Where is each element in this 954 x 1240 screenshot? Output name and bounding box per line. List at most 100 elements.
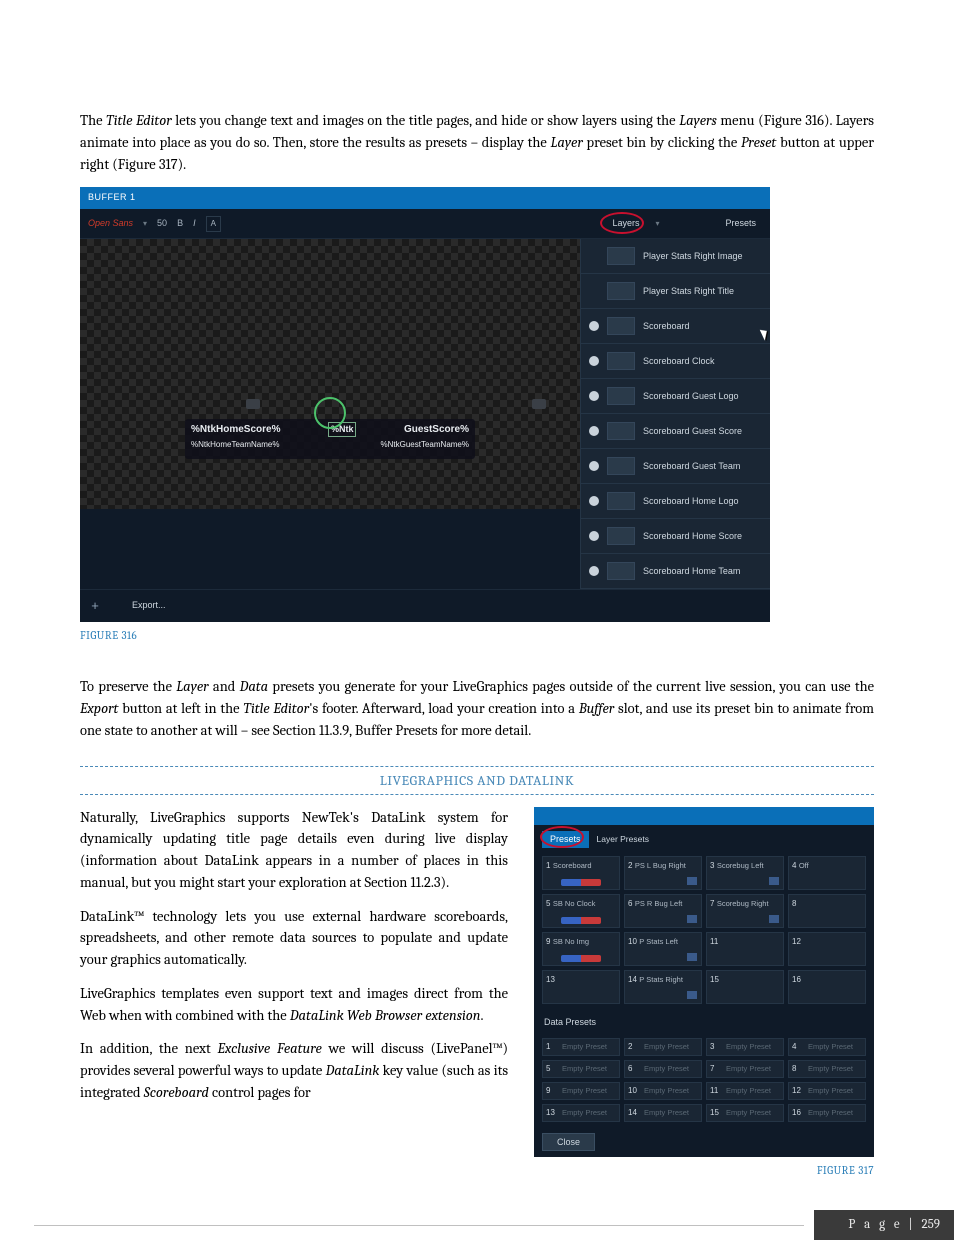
- title-canvas[interactable]: %NtkHomeScore% %Ntk GuestScore% %NtkHome…: [80, 239, 580, 509]
- preset-cell[interactable]: 14 P Stats Right: [624, 970, 702, 1004]
- bold-button[interactable]: B: [177, 217, 183, 231]
- visibility-toggle-icon[interactable]: [589, 531, 599, 541]
- layers-button[interactable]: Layers: [606, 216, 645, 230]
- preset-label: SB No Clock: [553, 899, 596, 908]
- visibility-toggle-icon[interactable]: [589, 461, 599, 471]
- preset-cell[interactable]: 2 PS L Bug Right: [624, 856, 702, 890]
- layer-row[interactable]: Scoreboard: [581, 309, 770, 344]
- preset-number: 15: [710, 1107, 722, 1119]
- layer-row[interactable]: Scoreboard Home Score: [581, 519, 770, 554]
- preset-cell[interactable]: 13: [542, 970, 620, 1004]
- body-paragraph: The Title Editor lets you change text an…: [80, 110, 874, 175]
- preset-cell[interactable]: 3 Scorebug Left: [706, 856, 784, 890]
- preset-cell[interactable]: 7 Scorebug Right: [706, 894, 784, 928]
- preset-cell[interactable]: 16Empty Preset: [788, 1104, 866, 1122]
- font-size[interactable]: 50: [157, 217, 167, 231]
- preset-number: 6: [628, 899, 632, 908]
- close-button[interactable]: Close: [542, 1133, 595, 1151]
- preset-thumbnail: [687, 877, 697, 885]
- preset-number: 12: [792, 937, 801, 946]
- preset-thumbnail: [687, 991, 697, 999]
- layer-row[interactable]: Scoreboard Guest Team: [581, 449, 770, 484]
- preset-cell[interactable]: 3Empty Preset: [706, 1038, 784, 1056]
- preset-label: Empty Preset: [562, 1107, 607, 1118]
- preset-cell[interactable]: 15: [706, 970, 784, 1004]
- guest-score-token: GuestScore%: [404, 422, 469, 438]
- layer-row[interactable]: Player Stats Right Image: [581, 239, 770, 274]
- italic-button[interactable]: I: [193, 217, 196, 231]
- preset-cell[interactable]: 7Empty Preset: [706, 1060, 784, 1078]
- title-editor-toolbar: Open Sans ▾ 50 B I A Layers ▾ Presets: [80, 209, 770, 240]
- layer-thumbnail: [607, 352, 635, 370]
- preset-number: 14: [628, 1107, 640, 1119]
- preset-number: 4: [792, 1041, 804, 1053]
- layer-label: Scoreboard Home Team: [643, 565, 762, 579]
- figure-caption: FIGURE 317: [534, 1163, 874, 1180]
- chevron-down-icon[interactable]: ▾: [655, 218, 659, 230]
- preset-cell[interactable]: 6 PS R Bug Left: [624, 894, 702, 928]
- visibility-toggle-icon[interactable]: [589, 321, 599, 331]
- preset-cell[interactable]: 11: [706, 932, 784, 966]
- preset-number: 9: [546, 1085, 558, 1097]
- add-button[interactable]: +: [88, 596, 102, 616]
- preset-cell[interactable]: 8Empty Preset: [788, 1060, 866, 1078]
- preset-cell[interactable]: 16: [788, 970, 866, 1004]
- layer-thumbnail: [607, 387, 635, 405]
- visibility-toggle-icon[interactable]: [589, 426, 599, 436]
- preset-cell[interactable]: 10 P Stats Left: [624, 932, 702, 966]
- preset-cell[interactable]: 1 Scoreboard: [542, 856, 620, 890]
- preset-cell[interactable]: 1Empty Preset: [542, 1038, 620, 1056]
- preset-cell[interactable]: 13Empty Preset: [542, 1104, 620, 1122]
- preset-cell[interactable]: 9 Empty Preset: [542, 1082, 620, 1100]
- layer-label: Scoreboard Guest Logo: [643, 390, 762, 404]
- text-box-button[interactable]: A: [206, 216, 221, 232]
- layer-label: Scoreboard Home Logo: [643, 495, 762, 509]
- preset-number: 7: [710, 1063, 722, 1075]
- preset-label: Empty Preset: [808, 1041, 853, 1052]
- preset-cell[interactable]: 4 Off: [788, 856, 866, 890]
- preset-cell[interactable]: 5Empty Preset: [542, 1060, 620, 1078]
- preset-cell[interactable]: 4 Empty Preset: [788, 1038, 866, 1056]
- preset-cell[interactable]: 9 SB No Img: [542, 932, 620, 966]
- export-button[interactable]: Export...: [132, 599, 166, 613]
- preset-cell[interactable]: 8: [788, 894, 866, 928]
- presets-button[interactable]: Presets: [719, 215, 762, 233]
- layer-row[interactable]: Scoreboard Guest Score: [581, 414, 770, 449]
- preset-cell[interactable]: 15Empty Preset: [706, 1104, 784, 1122]
- layer-label: Scoreboard Home Score: [643, 530, 762, 544]
- layer-row[interactable]: Scoreboard Home Team: [581, 554, 770, 589]
- preset-cell[interactable]: 12Empty Preset: [788, 1082, 866, 1100]
- visibility-toggle-icon[interactable]: [589, 566, 599, 576]
- preset-cell[interactable]: 5 SB No Clock: [542, 894, 620, 928]
- body-paragraph: LiveGraphics templates even support text…: [80, 983, 508, 1027]
- preset-cell[interactable]: 6Empty Preset: [624, 1060, 702, 1078]
- preset-cell[interactable]: 12: [788, 932, 866, 966]
- visibility-toggle-icon[interactable]: [589, 391, 599, 401]
- preset-cell[interactable]: 2Empty Preset: [624, 1038, 702, 1056]
- chevron-down-icon[interactable]: ▾: [143, 218, 147, 230]
- preset-label: Empty Preset: [562, 1063, 607, 1074]
- section-heading: LIVEGRAPHICS AND DATALINK: [80, 766, 874, 795]
- visibility-toggle-icon[interactable]: [589, 356, 599, 366]
- layer-label: Scoreboard Clock: [643, 355, 762, 369]
- layer-row[interactable]: Scoreboard Guest Logo: [581, 379, 770, 414]
- layer-row[interactable]: Scoreboard Home Logo: [581, 484, 770, 519]
- preset-cell[interactable]: 10Empty Preset: [624, 1082, 702, 1100]
- preset-label: Empty Preset: [808, 1107, 853, 1118]
- preset-label: Scorebug Right: [717, 899, 769, 908]
- preset-label: Empty Preset: [644, 1063, 689, 1074]
- preset-cell[interactable]: 14Empty Preset: [624, 1104, 702, 1122]
- preset-cell[interactable]: 11Empty Preset: [706, 1082, 784, 1100]
- layer-thumbnail: [607, 562, 635, 580]
- preset-label: Empty Preset: [562, 1085, 607, 1096]
- font-name[interactable]: Open Sans: [88, 217, 133, 231]
- layer-row[interactable]: Player Stats Right Title: [581, 274, 770, 309]
- layer-row[interactable]: Scoreboard Clock: [581, 344, 770, 379]
- scoreboard-graphic[interactable]: %NtkHomeScore% %Ntk GuestScore% %NtkHome…: [185, 419, 475, 460]
- visibility-toggle-icon[interactable]: [589, 496, 599, 506]
- layer-thumbnail: [607, 247, 635, 265]
- presets-tab[interactable]: Presets: [542, 831, 589, 849]
- preset-number: 16: [792, 975, 801, 984]
- layer-thumbnail: [607, 422, 635, 440]
- layer-label: Player Stats Right Image: [643, 250, 762, 264]
